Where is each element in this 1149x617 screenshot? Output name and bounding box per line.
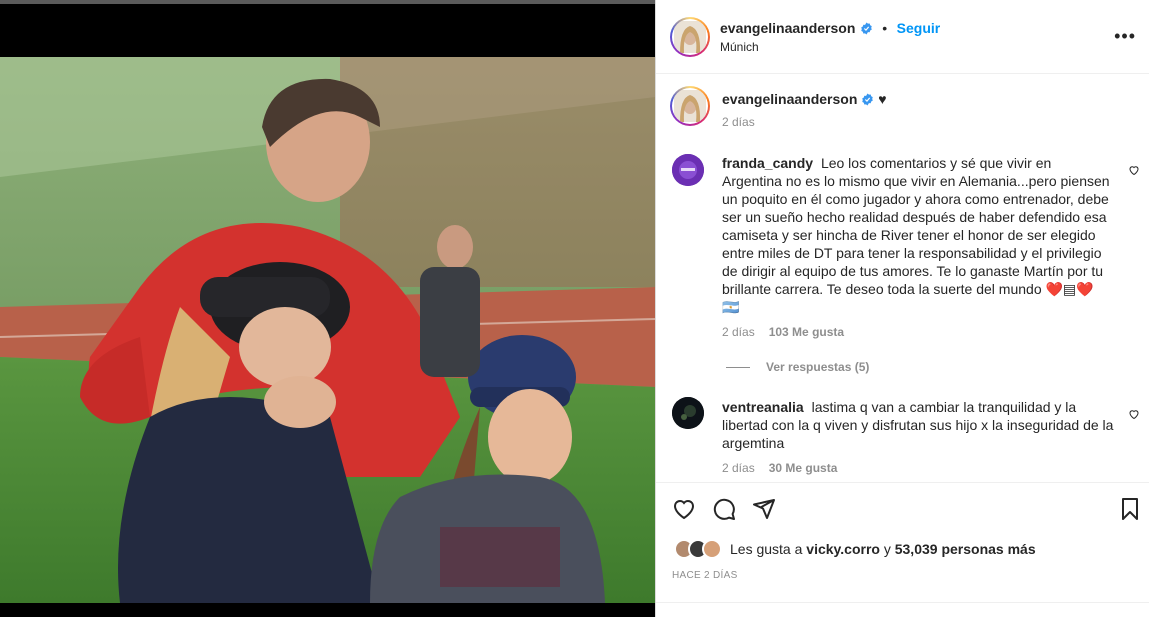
comment-time[interactable]: 2 días xyxy=(722,325,755,339)
comments-section: evangelinaanderson ♥ 2 días franda_candy… xyxy=(656,75,1149,482)
comment-likes[interactable]: 103 Me gusta xyxy=(769,325,844,339)
divider xyxy=(656,602,1149,603)
paper-plane-icon[interactable] xyxy=(752,497,776,526)
comment-likes[interactable]: 30 Me gusta xyxy=(769,461,838,475)
comment-meta: 2 días 103 Me gusta xyxy=(722,325,844,339)
comment-username[interactable]: ventreanalia xyxy=(722,399,804,415)
caption-line: evangelinaanderson ♥ xyxy=(722,90,887,110)
comment-text: Leo los comentarios y sé que vivir en Ar… xyxy=(722,155,1110,315)
commenter-avatar[interactable] xyxy=(672,154,704,186)
comment-like-heart-icon[interactable] xyxy=(1128,407,1140,425)
photo-bottom-bar xyxy=(0,603,655,617)
follow-button[interactable]: Seguir xyxy=(897,20,941,36)
caption-time[interactable]: 2 días xyxy=(722,115,755,129)
post-timestamp[interactable]: HACE 2 DÍAS xyxy=(672,570,738,581)
view-replies-button[interactable]: Ver respuestas (5) xyxy=(726,360,869,374)
likes-prefix: Les gusta a xyxy=(730,541,803,557)
post-side-panel: evangelinaanderson • Seguir Múnich ••• e… xyxy=(655,0,1149,617)
comment-body: ventreanalia lastima q van a cambiar la … xyxy=(722,398,1114,452)
post-header: evangelinaanderson • Seguir Múnich ••• xyxy=(656,0,1149,74)
instagram-post-view: evangelinaanderson • Seguir Múnich ••• e… xyxy=(0,0,1149,617)
bookmark-icon[interactable] xyxy=(1118,497,1142,526)
post-photo[interactable] xyxy=(0,57,655,603)
previous-media-strip xyxy=(0,0,655,4)
verified-badge-icon xyxy=(861,92,874,110)
replies-divider xyxy=(726,367,750,369)
likes-count-link[interactable]: 53,039 personas más xyxy=(895,541,1036,557)
post-location[interactable]: Múnich xyxy=(720,40,759,54)
liker-avatar xyxy=(702,539,722,559)
post-photo-panel xyxy=(0,0,655,617)
comment-username[interactable]: franda_candy xyxy=(722,155,813,171)
caption-username[interactable]: evangelinaanderson xyxy=(722,91,857,107)
comment-icon[interactable] xyxy=(712,497,736,526)
liker-username[interactable]: vicky.corro xyxy=(806,541,880,557)
post-actions: Les gusta a vicky.corro y 53,039 persona… xyxy=(656,482,1149,617)
comment-meta: 2 días 30 Me gusta xyxy=(722,461,837,475)
view-replies-label: Ver respuestas (5) xyxy=(766,360,870,374)
author-avatar-image xyxy=(672,19,708,55)
post-header-top-line: evangelinaanderson • Seguir xyxy=(720,20,940,40)
author-username[interactable]: evangelinaanderson xyxy=(720,20,855,36)
caption-text: ♥ xyxy=(878,91,887,107)
commenter-avatar[interactable] xyxy=(672,397,704,429)
caption-avatar[interactable] xyxy=(670,86,710,126)
likes-connector: y xyxy=(883,541,891,557)
comment-body: franda_candy Leo los comentarios y sé qu… xyxy=(722,154,1114,316)
heart-icon[interactable] xyxy=(672,497,696,526)
comment-like-heart-icon[interactable] xyxy=(1128,163,1140,181)
more-options-icon[interactable]: ••• xyxy=(1114,27,1136,45)
likes-text: Les gusta a vicky.corro y 53,039 persona… xyxy=(730,541,1036,557)
header-separator: • xyxy=(882,20,888,36)
author-avatar[interactable] xyxy=(670,17,710,57)
caption-avatar-image xyxy=(672,88,708,124)
verified-badge-icon xyxy=(860,22,873,40)
comment-time[interactable]: 2 días xyxy=(722,461,755,475)
